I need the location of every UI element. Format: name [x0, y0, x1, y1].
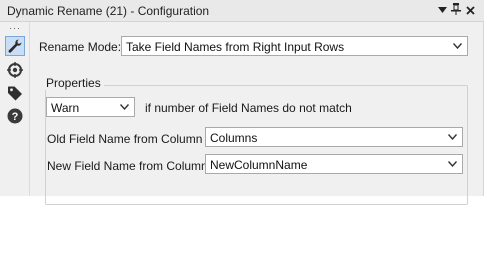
- old-field-select[interactable]: Columns: [205, 127, 463, 147]
- chevron-down-icon: [451, 39, 464, 53]
- chevron-down-icon: [446, 130, 459, 144]
- wrench-icon[interactable]: [5, 36, 25, 56]
- chevron-down-icon[interactable]: [435, 3, 449, 19]
- warn-select[interactable]: Warn: [46, 97, 135, 117]
- new-field-label: New Field Name from Column: [47, 159, 208, 173]
- properties-title: Properties: [43, 76, 104, 90]
- chevron-down-icon: [118, 100, 131, 114]
- tag-icon[interactable]: [5, 83, 25, 103]
- rename-mode-select[interactable]: Take Field Names from Right Input Rows: [121, 36, 468, 56]
- configuration-panel: Rename Mode: Take Field Names from Right…: [31, 22, 484, 205]
- pin-icon[interactable]: [449, 3, 463, 19]
- window-title: Dynamic Rename (21) - Configuration: [7, 4, 210, 18]
- rename-mode-value: Take Field Names from Right Input Rows: [126, 40, 345, 54]
- svg-text:?: ?: [12, 111, 19, 123]
- title-bar: Dynamic Rename (21) - Configuration: [0, 0, 484, 22]
- configuration-window: Dynamic Rename (21) - Configuration ···: [0, 0, 484, 205]
- warn-value: Warn: [51, 101, 80, 115]
- close-icon[interactable]: [463, 3, 477, 19]
- new-field-value: NewColumnName: [210, 158, 308, 172]
- help-question-icon[interactable]: ?: [5, 106, 25, 126]
- chevron-down-icon: [446, 157, 459, 171]
- old-field-value: Columns: [210, 131, 258, 145]
- crosshair-icon[interactable]: [5, 60, 25, 80]
- warn-description: if number of Field Names do not match: [145, 101, 352, 115]
- new-field-select[interactable]: NewColumnName: [205, 154, 463, 174]
- tool-strip: ··· ?: [0, 22, 30, 196]
- grip-icon: ···: [9, 23, 21, 33]
- old-field-label: Old Field Name from Column: [47, 132, 203, 146]
- rename-mode-label: Rename Mode:: [39, 40, 122, 54]
